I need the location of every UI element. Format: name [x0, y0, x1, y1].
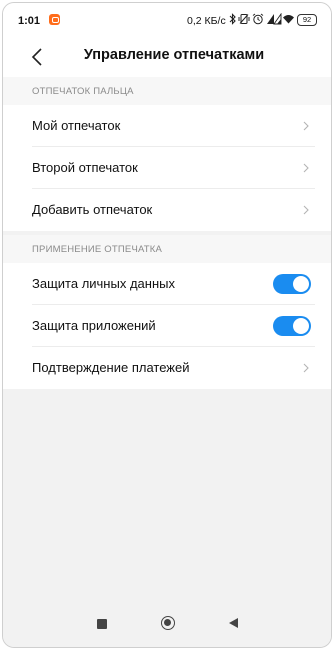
section-title: ПРИМЕНЕНИЕ ОТПЕЧАТКА	[32, 244, 163, 255]
chevron-right-icon	[303, 163, 309, 173]
phone-frame: 1:01 0,2 КБ/с 92 Управление отпечатками …	[2, 2, 332, 648]
app-protection-toggle[interactable]	[273, 316, 311, 336]
toggle-knob	[293, 318, 309, 334]
section-title: ОТПЕЧАТОК ПАЛЬЦА	[32, 86, 134, 97]
row-label: Второй отпечаток	[32, 160, 138, 175]
row-add-fingerprint[interactable]: Добавить отпечаток	[3, 189, 331, 231]
alarm-icon	[252, 13, 264, 25]
row-payment-confirmation[interactable]: Подтверждение платежей	[3, 347, 331, 389]
row-label: Добавить отпечаток	[32, 202, 153, 217]
back-icon[interactable]	[229, 618, 238, 628]
row-privacy-protection[interactable]: Защита личных данных	[3, 263, 331, 305]
chevron-right-icon	[303, 363, 309, 373]
vibrate-icon	[238, 14, 250, 24]
page-header: Управление отпечатками	[3, 37, 331, 77]
row-label: Мой отпечаток	[32, 118, 121, 133]
navigation-bar	[3, 604, 331, 647]
status-bar: 1:01 0,2 КБ/с 92	[3, 3, 331, 37]
row-label: Подтверждение платежей	[32, 360, 190, 375]
home-icon[interactable]	[161, 616, 175, 630]
section-header-fingerprint: ОТПЕЧАТОК ПАЛЬЦА	[3, 77, 331, 105]
chevron-right-icon	[303, 121, 309, 131]
row-label: Защита личных данных	[32, 276, 175, 291]
battery-icon: 92	[297, 14, 317, 26]
row-label: Защита приложений	[32, 318, 156, 333]
wifi-icon	[283, 15, 294, 24]
row-app-protection[interactable]: Защита приложений	[3, 305, 331, 347]
row-my-fingerprint[interactable]: Мой отпечаток	[3, 105, 331, 147]
empty-area	[3, 389, 331, 604]
toggle-knob	[293, 276, 309, 292]
privacy-protection-toggle[interactable]	[273, 274, 311, 294]
app-notification-icon	[49, 14, 60, 25]
page-title: Управление отпечатками	[83, 47, 265, 63]
section-header-usage: ПРИМЕНЕНИЕ ОТПЕЧАТКА	[3, 235, 331, 263]
bluetooth-icon	[229, 13, 236, 25]
network-speed: 0,2 КБ/с	[187, 15, 226, 27]
row-second-fingerprint[interactable]: Второй отпечаток	[3, 147, 331, 189]
chevron-right-icon	[303, 205, 309, 215]
status-time: 1:01	[18, 15, 41, 27]
recent-apps-icon[interactable]	[97, 619, 107, 629]
signal-icon	[273, 13, 282, 25]
